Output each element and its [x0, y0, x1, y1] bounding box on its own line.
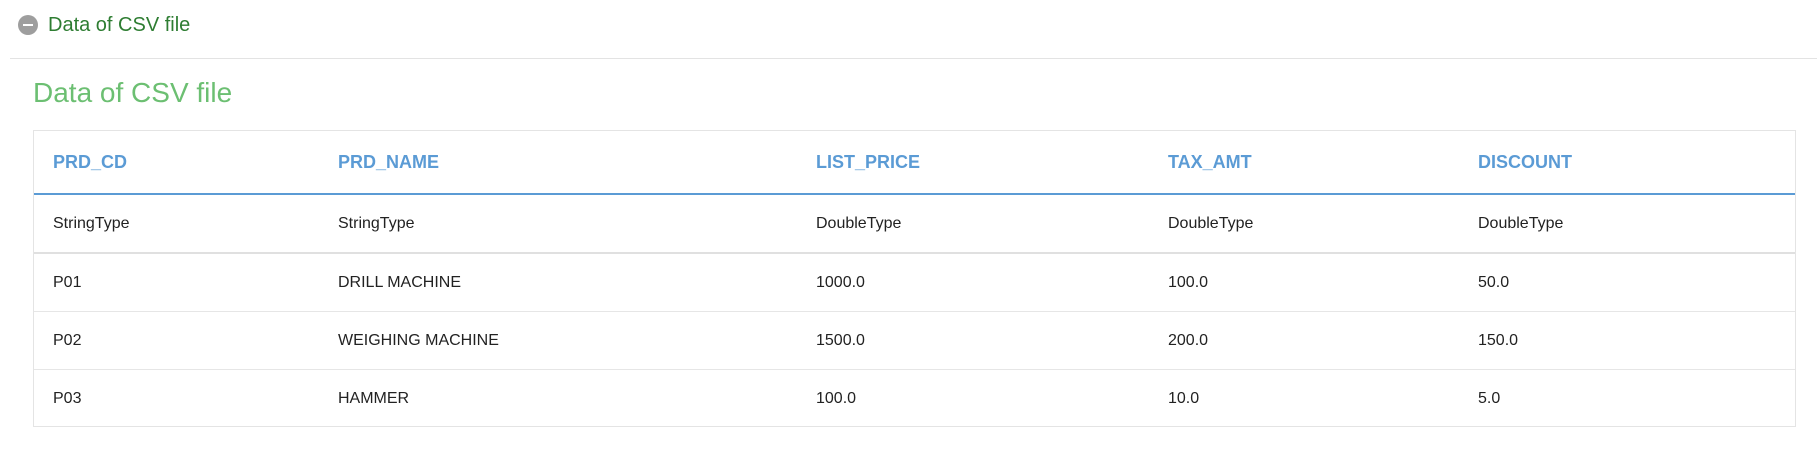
collapsible-panel-header: Data of CSV file: [0, 0, 1817, 58]
table-row: P02 WEIGHING MACHINE 1500.0 200.0 150.0: [34, 311, 1795, 370]
table-row: P01 DRILL MACHINE 1000.0 100.0 50.0: [34, 253, 1795, 312]
table-cell: HAMMER: [338, 389, 410, 407]
table-cell: 200.0: [1149, 311, 1459, 370]
table-cell: P02: [34, 311, 319, 370]
table-cell: 10.0: [1168, 389, 1200, 407]
type-cell: StringType: [319, 194, 797, 254]
table-cell: P01: [34, 253, 319, 312]
header-divider: [10, 58, 1817, 59]
csv-data-table-card: PRD_CD PRD_NAME LIST_PRICE TAX_AMT DISCO…: [33, 130, 1796, 427]
collapse-toggle[interactable]: Data of CSV file: [18, 15, 190, 35]
table-cell: 100.0: [816, 389, 857, 407]
column-header-prd-cd: PRD_CD: [34, 131, 319, 195]
column-header-list-price: LIST_PRICE: [797, 131, 1149, 195]
column-header-tax-amt: TAX_AMT: [1149, 131, 1459, 195]
type-cell: DoubleType: [797, 194, 1149, 254]
table-row: P03 HAMMER 100.0 10.0 5.0: [34, 370, 1795, 428]
table-cell: WEIGHING MACHINE: [319, 311, 797, 370]
column-type-row: StringType StringType DoubleType DoubleT…: [34, 194, 1795, 254]
table-cell: 150.0: [1459, 311, 1795, 370]
csv-data-table: PRD_CD PRD_NAME LIST_PRICE TAX_AMT DISCO…: [34, 131, 1795, 427]
column-header-discount: DISCOUNT: [1459, 131, 1795, 195]
section-title: Data of CSV file: [33, 77, 233, 108]
minus-circle-icon[interactable]: [18, 15, 38, 35]
table-cell: 50.0: [1459, 253, 1795, 312]
table-cell: 5.0: [1478, 389, 1501, 407]
table-header-row: PRD_CD PRD_NAME LIST_PRICE TAX_AMT DISCO…: [34, 131, 1795, 195]
column-header-prd-name: PRD_NAME: [319, 131, 797, 195]
table-cell: 100.0: [1149, 253, 1459, 312]
table-cell: DRILL MACHINE: [319, 253, 797, 312]
table-cell: 1500.0: [797, 311, 1149, 370]
type-cell: DoubleType: [1459, 194, 1795, 254]
type-cell: StringType: [34, 194, 319, 254]
type-cell: DoubleType: [1149, 194, 1459, 254]
table-cell: 1000.0: [797, 253, 1149, 312]
panel-header-title[interactable]: Data of CSV file: [48, 15, 190, 35]
table-cell: P03: [53, 389, 82, 407]
